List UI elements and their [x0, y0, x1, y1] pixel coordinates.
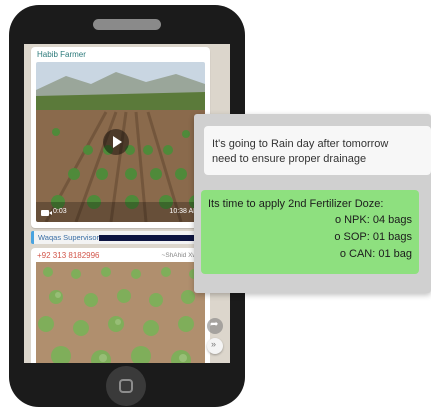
home-button[interactable] [106, 366, 146, 406]
chevron-down-icon: » [211, 339, 217, 349]
sender-phone-number[interactable]: +92 313 8182996 [37, 251, 100, 260]
fertilizer-message[interactable]: Its time to apply 2nd Fertilizer Doze: o… [201, 190, 419, 274]
rain-warning-message[interactable]: It's going to Rain day after tomorrow ne… [204, 126, 431, 175]
play-icon [113, 136, 122, 148]
chat-messages-overlay: It's going to Rain day after tomorrow ne… [194, 114, 431, 293]
crop-field-photo[interactable] [36, 262, 205, 363]
rain-warning-text: It's going to Rain day after tomorrow ne… [212, 138, 389, 165]
forward-button[interactable]: ➦ [207, 318, 223, 334]
quoted-reply[interactable]: Waqas Supervisor [31, 231, 210, 244]
scroll-down-button[interactable]: » [207, 338, 223, 354]
tobacco-field-image [36, 262, 205, 363]
sender-name: Habib Farmer [37, 50, 86, 59]
reply-accent-bar [31, 231, 34, 244]
fertilizer-item-sop: o SOP: 01 bags [334, 231, 412, 243]
fertilizer-item-npk: o NPK: 04 bags [334, 214, 412, 226]
video-camera-icon [41, 210, 52, 216]
image-message-bubble[interactable]: +92 313 8182996 ~ShAhid Xwati [31, 248, 210, 363]
phone-speaker [93, 19, 161, 30]
video-message-bubble[interactable]: Habib Farmer 0:03 10:38 AM [31, 47, 210, 228]
fertilizer-item-can: o CAN: 01 bag [339, 248, 412, 260]
video-thumbnail[interactable]: 0:03 10:38 AM [36, 62, 205, 222]
reply-sender-name: Waqas Supervisor [38, 233, 99, 242]
video-duration: 0:03 [53, 208, 67, 215]
home-button-icon [119, 379, 133, 393]
play-button[interactable] [103, 129, 129, 155]
redacted-text [99, 235, 199, 241]
forward-icon: ➦ [210, 319, 219, 330]
fertilizer-title: Its time to apply 2nd Fertilizer Doze: [208, 198, 384, 210]
